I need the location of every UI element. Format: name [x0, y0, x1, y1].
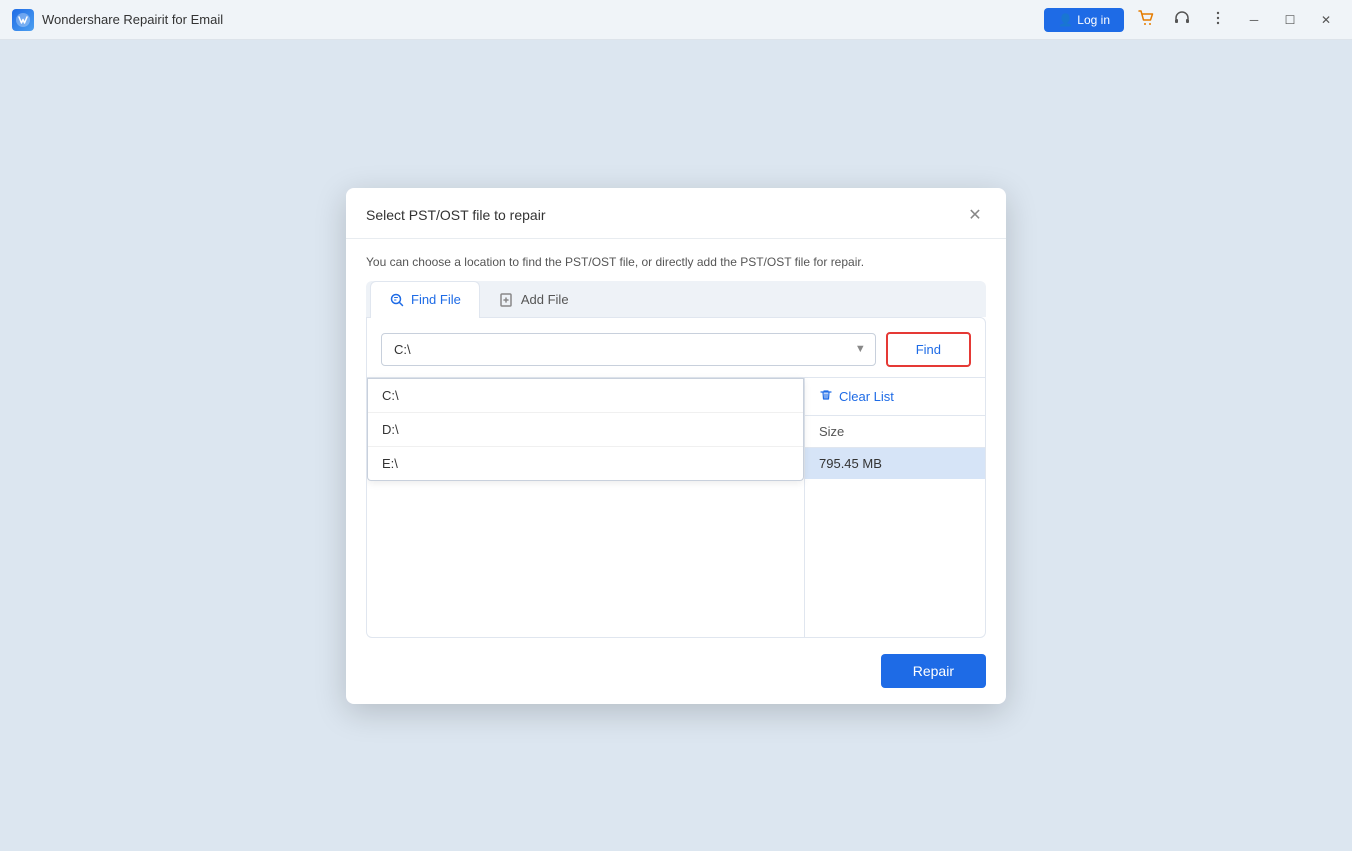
close-window-button[interactable]: ✕	[1312, 6, 1340, 34]
maximize-button[interactable]: ☐	[1276, 6, 1304, 34]
clear-list-label: Clear List	[839, 389, 894, 404]
menu-button[interactable]	[1204, 6, 1232, 34]
dialog-footer: Repair	[346, 638, 1006, 704]
minimize-button[interactable]: ─	[1240, 6, 1268, 34]
headset-button[interactable]	[1168, 6, 1196, 34]
app-title: Wondershare Repairit for Email	[42, 12, 1044, 27]
content-area: C:\ D:\ E:\ ▼ Find C:\ D:\ E:\	[366, 317, 986, 638]
main-content: Select PST/OST file to repair ✕ You can …	[0, 40, 1352, 851]
dialog-close-button[interactable]: ✕	[964, 204, 986, 226]
minimize-icon: ─	[1250, 13, 1259, 27]
find-button[interactable]: Find	[886, 332, 971, 367]
close-window-icon: ✕	[1321, 13, 1331, 27]
size-header: Size	[805, 416, 985, 448]
dropdown-item-d[interactable]: D:\	[368, 413, 803, 447]
add-file-tab-label: Add File	[521, 292, 569, 307]
titlebar: Wondershare Repairit for Email 👤 Log in	[0, 0, 1352, 40]
file-list-panel: C:\ D:\ E:\	[367, 378, 805, 637]
dropdown-item-e[interactable]: E:\	[368, 447, 803, 480]
dialog-close-icon: ✕	[968, 205, 981, 225]
add-file-icon	[499, 292, 515, 308]
dropdown-item-c[interactable]: C:\	[368, 379, 803, 413]
find-file-icon	[389, 292, 405, 308]
tab-find-file[interactable]: Find File	[370, 281, 480, 318]
info-panel: Clear List Size 795.45 MB	[805, 378, 985, 637]
search-row: C:\ D:\ E:\ ▼ Find	[367, 318, 985, 377]
tab-bar: Find File Add File	[366, 281, 986, 317]
drive-select[interactable]: C:\ D:\ E:\	[381, 333, 876, 366]
titlebar-actions: 👤 Log in	[1044, 6, 1340, 34]
cart-icon	[1137, 9, 1155, 31]
dialog-header: Select PST/OST file to repair ✕	[346, 188, 1006, 239]
find-file-tab-label: Find File	[411, 292, 461, 307]
size-value: 795.45 MB	[805, 448, 985, 479]
tab-add-file[interactable]: Add File	[480, 281, 588, 318]
user-icon: 👤	[1058, 13, 1073, 27]
drive-select-wrapper: C:\ D:\ E:\ ▼	[381, 333, 876, 366]
trash-icon	[819, 388, 833, 405]
clear-list-button[interactable]: Clear List	[805, 378, 985, 416]
app-logo	[12, 9, 34, 31]
menu-icon	[1209, 9, 1227, 31]
result-area: C:\ D:\ E:\ Clear List	[367, 377, 985, 637]
dialog-title: Select PST/OST file to repair	[366, 207, 545, 223]
dialog-subtitle: You can choose a location to find the PS…	[346, 239, 1006, 281]
drive-dropdown: C:\ D:\ E:\	[367, 378, 804, 481]
maximize-icon: ☐	[1285, 13, 1296, 27]
headset-icon	[1173, 9, 1191, 31]
login-button[interactable]: 👤 Log in	[1044, 8, 1124, 32]
login-label: Log in	[1077, 13, 1110, 27]
repair-button[interactable]: Repair	[881, 654, 986, 688]
cart-button[interactable]	[1132, 6, 1160, 34]
dialog: Select PST/OST file to repair ✕ You can …	[346, 188, 1006, 704]
